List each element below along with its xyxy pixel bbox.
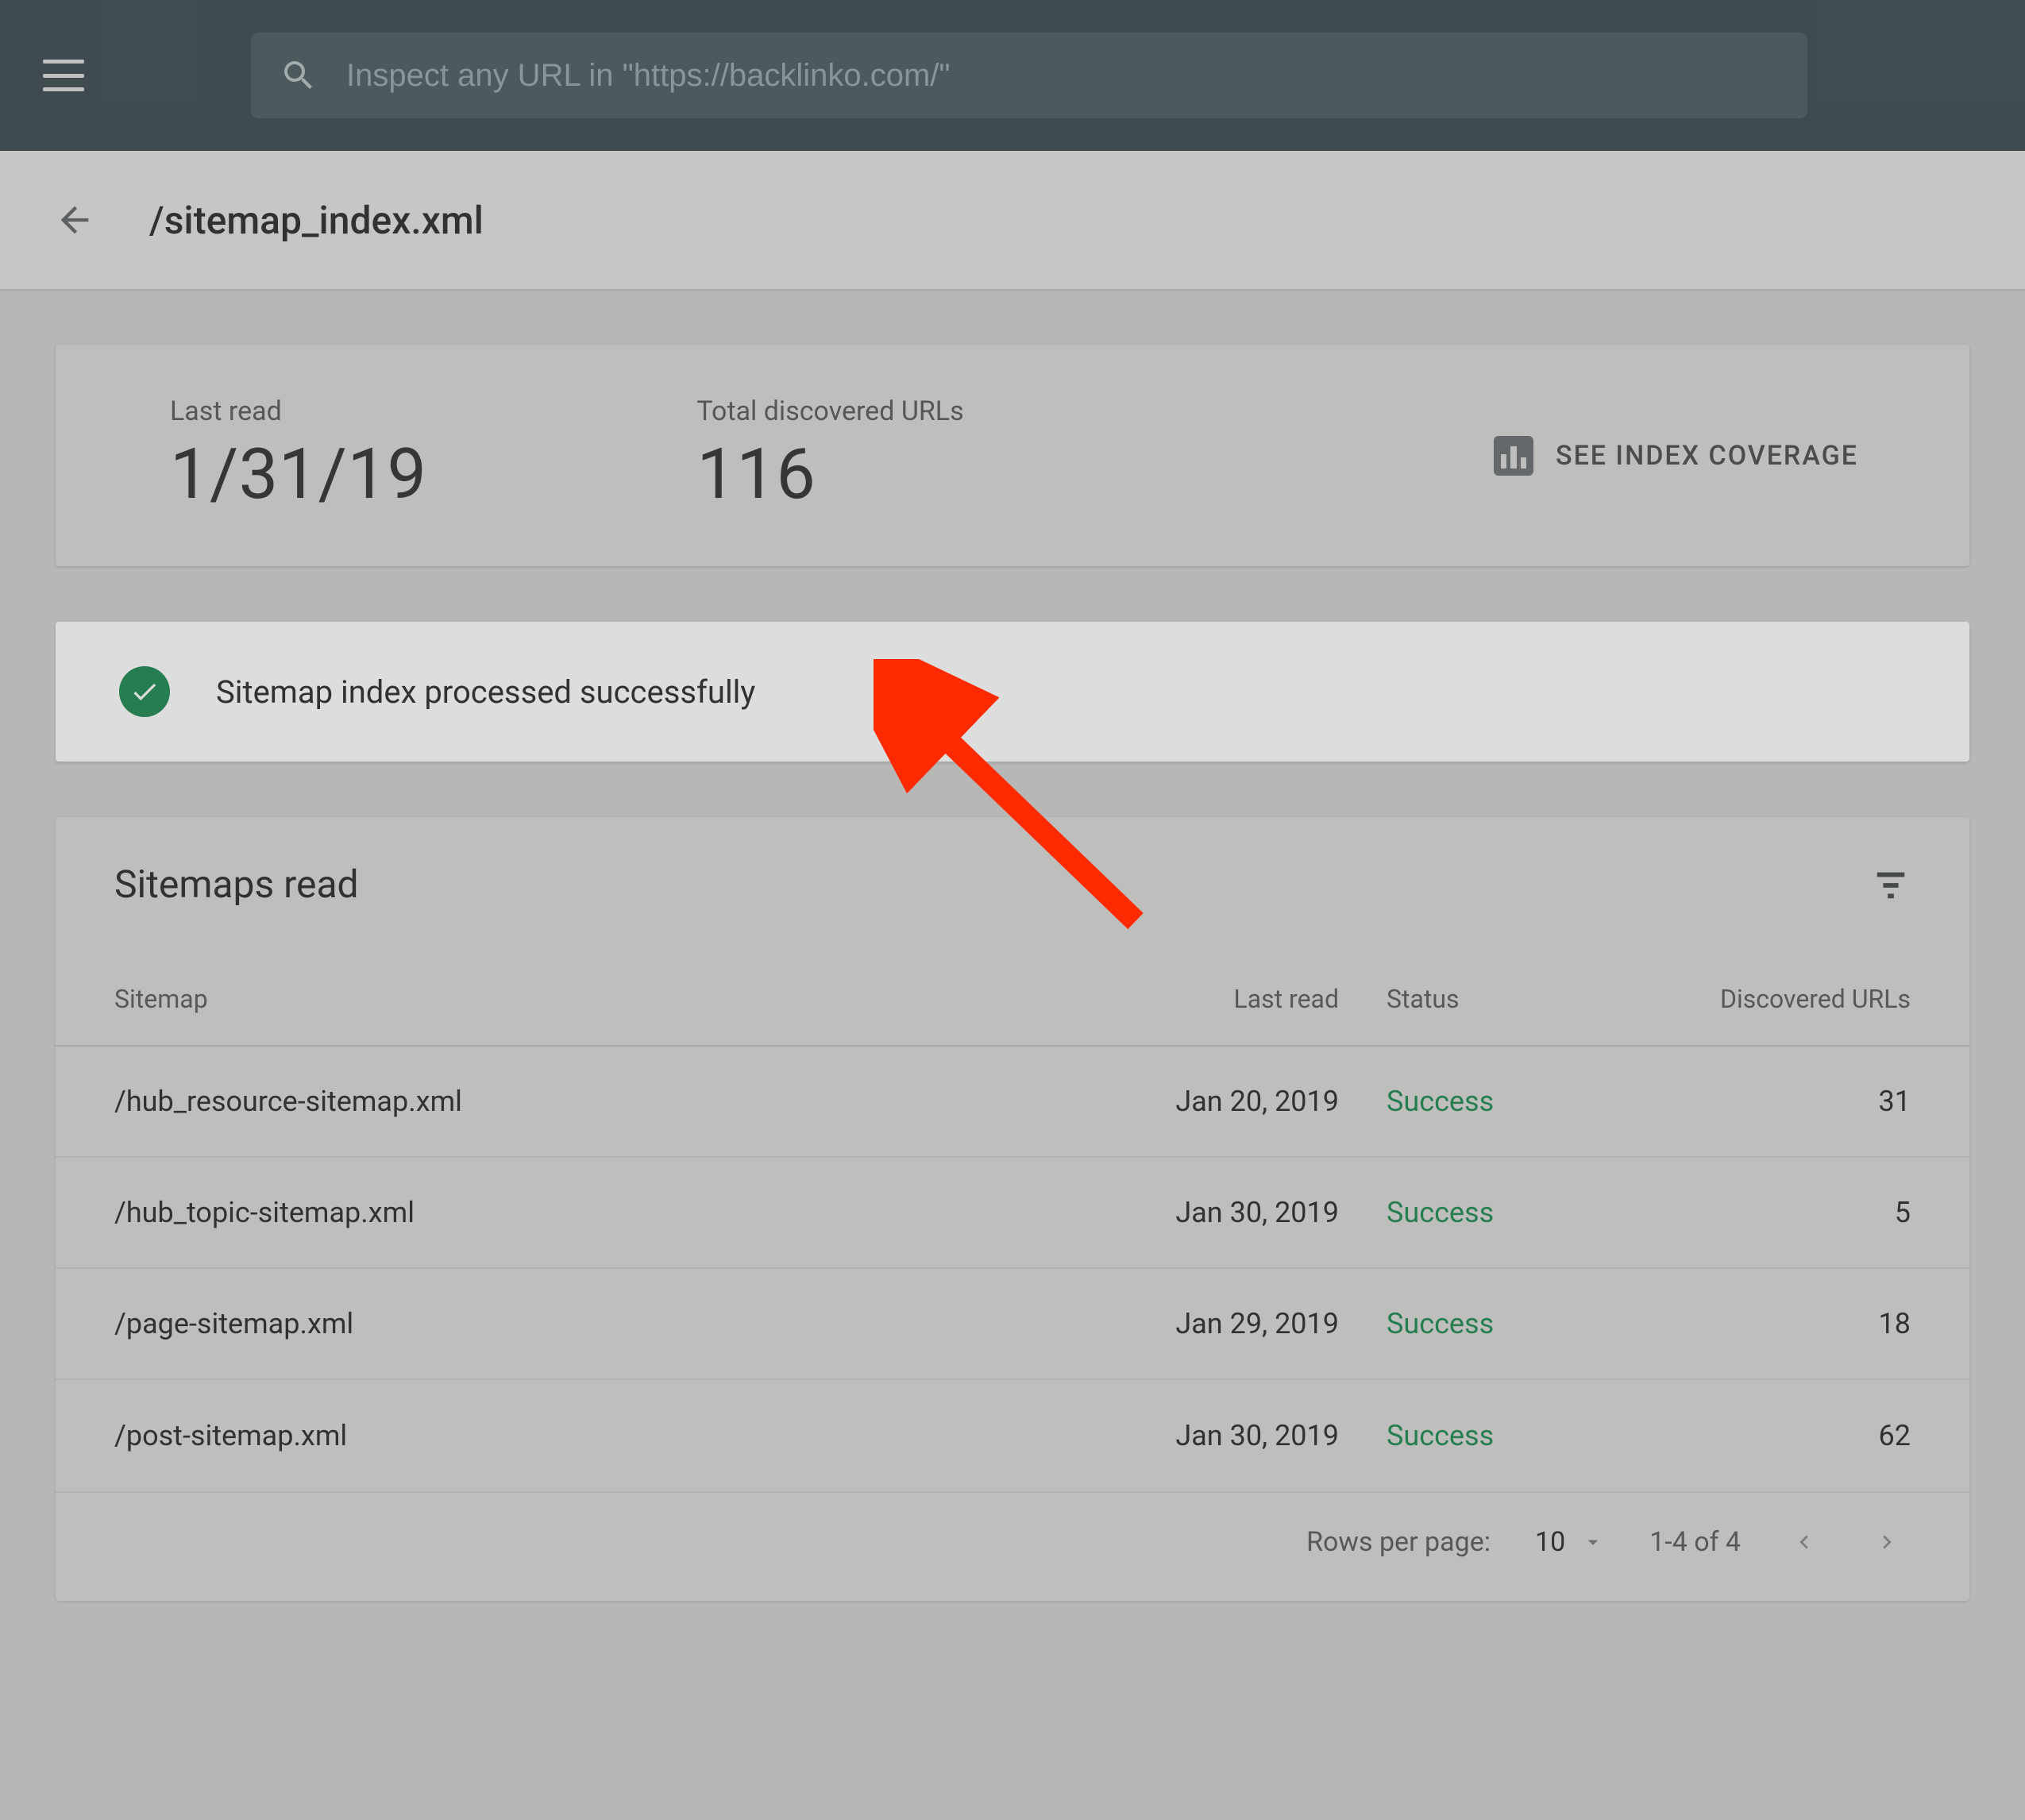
cell-discovered: 31 — [1625, 1085, 1911, 1118]
last-read-block: Last read 1/31/19 — [170, 395, 426, 515]
table-header-row: Sitemaps read — [56, 817, 1969, 953]
col-discovered: Discovered URLs — [1625, 984, 1911, 1014]
table-body: /hub_resource-sitemap.xml Jan 20, 2019 S… — [56, 1047, 1969, 1491]
bar-chart-icon — [1494, 436, 1533, 476]
rows-per-page-label: Rows per page: — [1306, 1526, 1491, 1558]
table-title: Sitemaps read — [114, 862, 359, 907]
rows-per-page-value: 10 — [1535, 1526, 1565, 1558]
col-status: Status — [1387, 984, 1625, 1014]
search-icon — [280, 56, 318, 94]
status-banner: Sitemap index processed successfully — [56, 622, 1969, 762]
check-circle-icon — [119, 666, 170, 717]
col-last-read: Last read — [1124, 984, 1387, 1014]
table-footer: Rows per page: 10 1-4 of 4 — [56, 1491, 1969, 1601]
total-urls-value: 116 — [696, 434, 963, 515]
topbar — [0, 0, 2025, 151]
cell-last-read: Jan 30, 2019 — [1124, 1419, 1387, 1452]
table-head: Sitemap Last read Status Discovered URLs — [56, 953, 1969, 1047]
cell-sitemap: /page-sitemap.xml — [114, 1307, 1124, 1340]
filter-icon[interactable] — [1871, 865, 1911, 904]
cell-sitemap: /post-sitemap.xml — [114, 1419, 1124, 1452]
cell-status: Success — [1387, 1085, 1625, 1118]
see-index-coverage-button[interactable]: SEE INDEX COVERAGE — [1494, 436, 1858, 476]
cell-status: Success — [1387, 1419, 1625, 1452]
cell-discovered: 5 — [1625, 1196, 1911, 1229]
table-row[interactable]: /page-sitemap.xml Jan 29, 2019 Success 1… — [56, 1269, 1969, 1380]
cell-sitemap: /hub_topic-sitemap.xml — [114, 1196, 1124, 1229]
total-urls-block: Total discovered URLs 116 — [696, 395, 963, 515]
last-read-label: Last read — [170, 395, 426, 427]
content: Last read 1/31/19 Total discovered URLs … — [0, 289, 2025, 1656]
search-input[interactable] — [346, 58, 1779, 94]
table-row[interactable]: /hub_topic-sitemap.xml Jan 30, 2019 Succ… — [56, 1158, 1969, 1269]
cell-status: Success — [1387, 1307, 1625, 1340]
page-title: /sitemap_index.xml — [149, 198, 484, 243]
chevron-left-icon — [1791, 1529, 1818, 1556]
cell-sitemap: /hub_resource-sitemap.xml — [114, 1085, 1124, 1118]
status-text: Sitemap index processed successfully — [216, 673, 755, 711]
cell-discovered: 62 — [1625, 1419, 1911, 1452]
total-urls-label: Total discovered URLs — [696, 395, 963, 427]
prev-page-button[interactable] — [1785, 1523, 1823, 1561]
last-read-value: 1/31/19 — [170, 434, 426, 515]
table-row[interactable]: /post-sitemap.xml Jan 30, 2019 Success 6… — [56, 1380, 1969, 1491]
pagination-range: 1-4 of 4 — [1649, 1526, 1741, 1558]
cell-discovered: 18 — [1625, 1307, 1911, 1340]
chevron-down-icon — [1581, 1530, 1605, 1554]
chevron-right-icon — [1873, 1529, 1900, 1556]
menu-icon[interactable] — [43, 60, 84, 91]
rows-per-page-select[interactable]: 10 — [1535, 1526, 1605, 1558]
next-page-button[interactable] — [1868, 1523, 1906, 1561]
cell-status: Success — [1387, 1196, 1625, 1229]
search-field[interactable] — [251, 33, 1807, 118]
col-sitemap: Sitemap — [114, 984, 1124, 1014]
coverage-label: SEE INDEX COVERAGE — [1556, 440, 1858, 472]
sitemaps-table-card: Sitemaps read Sitemap Last read Status D… — [56, 817, 1969, 1601]
page-header: /sitemap_index.xml — [0, 151, 2025, 289]
cell-last-read: Jan 29, 2019 — [1124, 1307, 1387, 1340]
summary-card: Last read 1/31/19 Total discovered URLs … — [56, 345, 1969, 566]
cell-last-read: Jan 20, 2019 — [1124, 1085, 1387, 1118]
cell-last-read: Jan 30, 2019 — [1124, 1196, 1387, 1229]
table-row[interactable]: /hub_resource-sitemap.xml Jan 20, 2019 S… — [56, 1047, 1969, 1158]
back-arrow-icon[interactable] — [51, 196, 98, 244]
